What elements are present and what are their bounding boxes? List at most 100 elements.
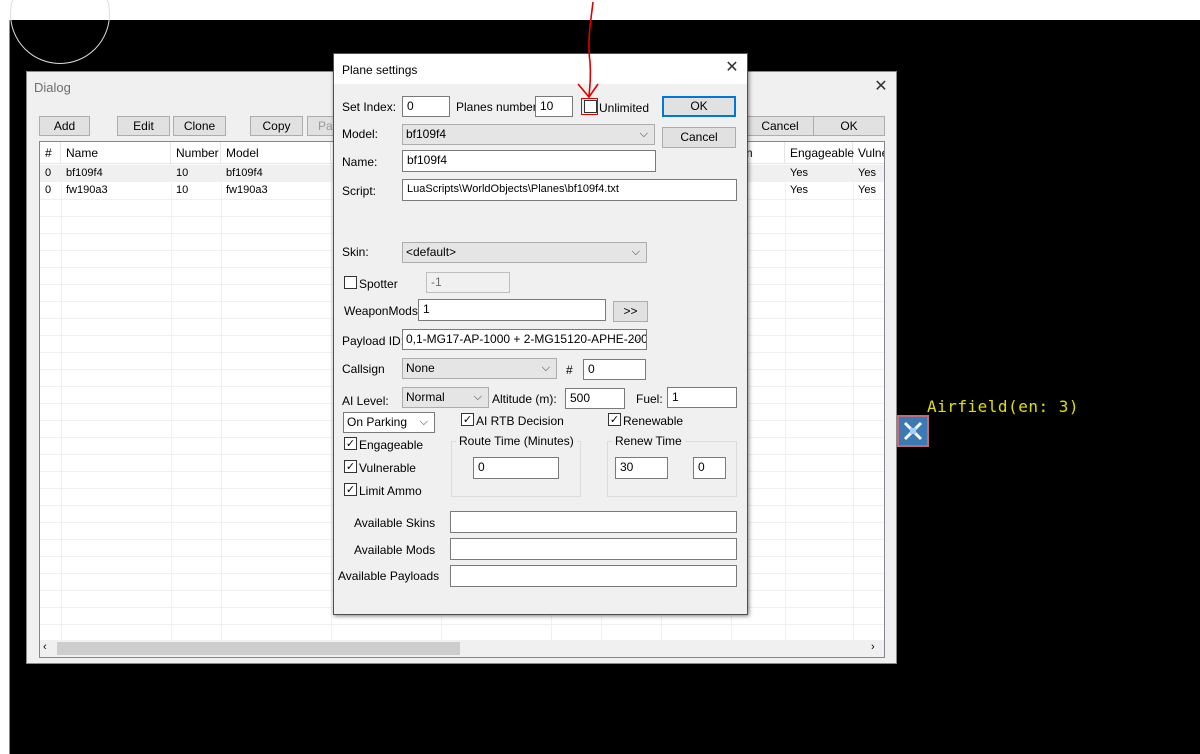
copy-button[interactable]: Copy xyxy=(250,116,303,136)
start-mode-select[interactable]: On Parking ⌵ xyxy=(343,412,435,433)
edit-button[interactable]: Edit xyxy=(117,116,170,136)
skin-label: Skin: xyxy=(342,245,369,259)
scrollbar-thumb[interactable] xyxy=(57,642,460,655)
annotation-box xyxy=(581,98,598,115)
cell-vulnerable: Yes xyxy=(858,184,876,196)
name-label: Name: xyxy=(342,155,378,169)
dialog-title: Dialog xyxy=(34,80,71,95)
chevron-down-icon: ⌵ xyxy=(419,416,428,428)
dialog-close-button[interactable]: ✕ xyxy=(873,79,889,95)
col-header-vulnerable[interactable]: Vulne xyxy=(853,142,884,164)
scroll-left-icon[interactable]: ‹ xyxy=(43,641,47,653)
cell-vulnerable: Yes xyxy=(858,167,876,179)
vulnerable-checkbox[interactable]: ✓ xyxy=(344,460,357,473)
fuel-input[interactable]: 1 xyxy=(667,387,737,408)
chevron-down-icon: ⌵ xyxy=(541,362,550,374)
col-header-name[interactable]: Name xyxy=(61,142,171,164)
col-header-index[interactable]: # xyxy=(40,142,61,164)
renewable-checkbox[interactable]: ✓ xyxy=(608,413,621,426)
plane-settings-close-button[interactable]: ✕ xyxy=(724,60,740,76)
model-select[interactable]: bf109f4 ⌵ xyxy=(402,124,655,145)
engageable-checkbox[interactable]: ✓ xyxy=(344,437,357,450)
renew-time-label: Renew Time xyxy=(612,434,685,448)
available-skins-input[interactable] xyxy=(450,511,737,533)
col-header-number[interactable]: Number xyxy=(171,142,221,164)
crossed-plane-icon[interactable] xyxy=(897,415,929,447)
script-input[interactable]: LuaScripts\WorldObjects\Planes\bf109f4.t… xyxy=(402,179,737,201)
cell-name: bf109f4 xyxy=(66,167,103,179)
col-header-model[interactable]: Model xyxy=(221,142,331,164)
altitude-input[interactable]: 500 xyxy=(565,388,625,409)
scroll-right-icon[interactable]: › xyxy=(871,641,875,653)
callsign-select-value: None xyxy=(406,361,435,375)
ai-level-label: AI Level: xyxy=(342,394,389,408)
col-header-engageable[interactable]: Engageable xyxy=(785,142,854,164)
horizontal-scrollbar-track[interactable]: ‹ › xyxy=(40,640,884,657)
available-mods-label: Available Mods xyxy=(354,543,436,557)
weaponmods-expand-button[interactable]: >> xyxy=(613,301,648,322)
model-label: Model: xyxy=(342,127,379,141)
renewable-label: Renewable xyxy=(623,414,684,428)
available-payloads-label: Available Payloads xyxy=(338,569,440,583)
route-time-label: Route Time (Minutes) xyxy=(456,434,577,448)
limit-ammo-checkbox[interactable]: ✓ xyxy=(344,483,357,496)
start-mode-select-value: On Parking xyxy=(347,415,408,429)
plane-ok-button[interactable]: OK xyxy=(662,96,736,117)
annotation-arrow-icon xyxy=(577,1,599,99)
callsign-select[interactable]: None ⌵ xyxy=(402,358,557,379)
clone-button[interactable]: Clone xyxy=(173,116,226,136)
payload-select[interactable]: 0,1-MG17-AP-1000 + 2-MG15120-APHE-200 ⌵ xyxy=(402,329,647,350)
vulnerable-label: Vulnerable xyxy=(359,461,416,475)
left-white-strip xyxy=(0,20,10,754)
crossed-plane-icon-graphic xyxy=(903,421,923,441)
chevron-down-icon: ⌵ xyxy=(631,333,640,345)
plane-settings-window: Plane settings ✕ OK Cancel Set Index: 0 … xyxy=(333,53,748,615)
plane-settings-title: Plane settings xyxy=(342,63,418,77)
script-label: Script: xyxy=(342,184,377,198)
weaponmods-label: WeaponMods: xyxy=(344,304,422,318)
chevron-down-icon: ⌵ xyxy=(631,246,640,258)
cell-index: 0 xyxy=(45,184,52,196)
model-select-value: bf109f4 xyxy=(406,127,447,141)
limit-ammo-label: Limit Ammo xyxy=(359,484,422,498)
cell-model: fw190a3 xyxy=(226,184,268,196)
skin-select[interactable]: <default> ⌵ xyxy=(402,242,647,263)
route-time-input[interactable]: 0 xyxy=(473,457,559,479)
plane-cancel-button[interactable]: Cancel xyxy=(662,127,736,148)
available-mods-input[interactable] xyxy=(450,538,737,560)
planes-number-label: Planes number: xyxy=(456,100,541,114)
ai-rtb-checkbox[interactable]: ✓ xyxy=(461,413,474,426)
cell-number: 10 xyxy=(176,167,189,179)
dialog-ok-button[interactable]: OK xyxy=(813,116,885,136)
set-index-input[interactable]: 0 xyxy=(402,96,450,117)
renew-time-input-1[interactable]: 30 xyxy=(615,457,668,479)
ai-level-select-value: Normal xyxy=(406,390,445,404)
name-input[interactable]: bf109f4 xyxy=(402,150,656,172)
add-button[interactable]: Add xyxy=(39,116,90,136)
callsign-number-input[interactable]: 0 xyxy=(583,359,646,380)
callsign-label: Callsign xyxy=(342,362,385,376)
weaponmods-input[interactable]: 1 xyxy=(418,299,606,321)
spotter-input[interactable]: -1 xyxy=(426,272,510,293)
engageable-label: Engageable xyxy=(359,438,424,452)
spotter-label: Spotter xyxy=(359,277,398,291)
ai-rtb-label: AI RTB Decision xyxy=(476,414,564,428)
available-payloads-input[interactable] xyxy=(450,565,737,587)
cell-model: bf109f4 xyxy=(226,167,263,179)
set-index-label: Set Index: xyxy=(342,100,397,114)
spotter-checkbox[interactable] xyxy=(344,276,357,289)
hash-label: # xyxy=(566,363,573,377)
payload-label: Payload ID: xyxy=(342,334,405,348)
available-skins-label: Available Skins xyxy=(354,516,436,530)
cell-number: 10 xyxy=(176,184,189,196)
chevron-down-icon: ⌵ xyxy=(473,391,482,403)
skin-select-value: <default> xyxy=(406,245,457,259)
cell-engageable: Yes xyxy=(790,167,808,179)
renew-time-input-2[interactable]: 0 xyxy=(693,457,726,479)
chevron-down-icon: ⌵ xyxy=(639,128,648,140)
cell-name: fw190a3 xyxy=(66,184,108,196)
ai-level-select[interactable]: Normal ⌵ xyxy=(402,387,489,408)
cell-index: 0 xyxy=(45,167,52,179)
cell-engageable: Yes xyxy=(790,184,808,196)
dialog-cancel-button[interactable]: Cancel xyxy=(740,116,820,136)
